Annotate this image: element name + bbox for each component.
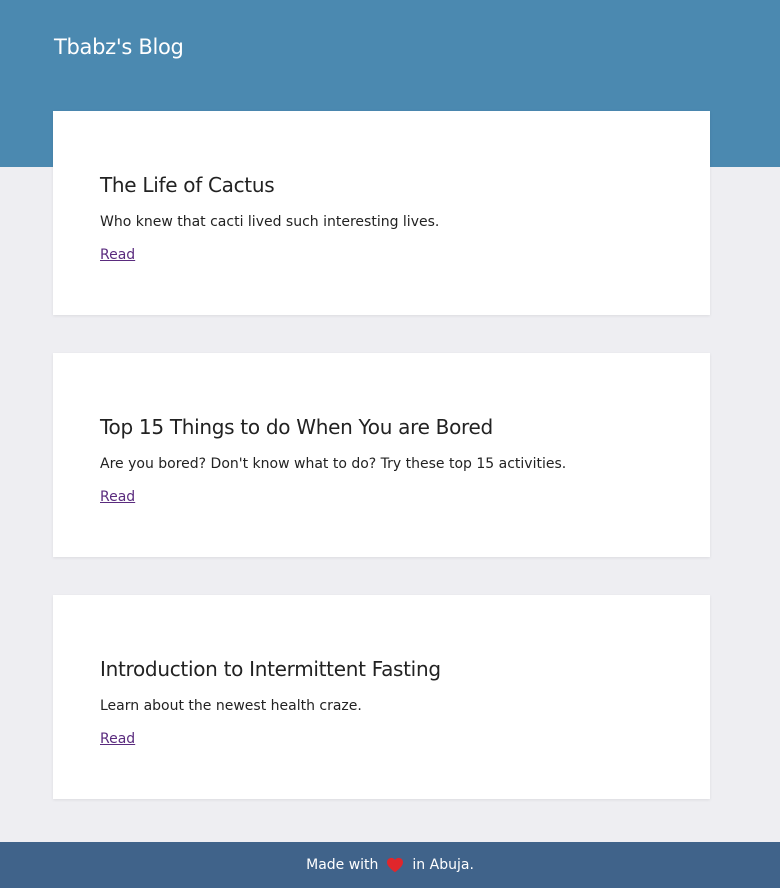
read-link[interactable]: Read: [100, 729, 135, 749]
post-card: Introduction to Intermittent Fasting Lea…: [53, 595, 710, 799]
post-excerpt: Who knew that cacti lived such interesti…: [100, 214, 440, 230]
site-footer: Made with in Abuja.: [0, 842, 780, 888]
post-card: Top 15 Things to do When You are Bored A…: [53, 353, 710, 557]
footer-text-after: in Abuja.: [412, 857, 474, 873]
post-excerpt: Are you bored? Don't know what to do? Tr…: [100, 456, 567, 472]
footer-text-before: Made with: [306, 857, 379, 873]
post-card: The Life of Cactus Who knew that cacti l…: [53, 111, 710, 315]
post-title: Introduction to Intermittent Fasting: [100, 657, 441, 681]
read-link[interactable]: Read: [100, 245, 135, 265]
site-title[interactable]: Tbabz's Blog: [54, 33, 184, 61]
post-excerpt: Learn about the newest health craze.: [100, 698, 362, 714]
read-link[interactable]: Read: [100, 487, 135, 507]
post-list: The Life of Cactus Who knew that cacti l…: [53, 111, 710, 837]
post-title: Top 15 Things to do When You are Bored: [100, 415, 493, 439]
post-title: The Life of Cactus: [100, 173, 275, 197]
heart-icon: [387, 857, 404, 873]
